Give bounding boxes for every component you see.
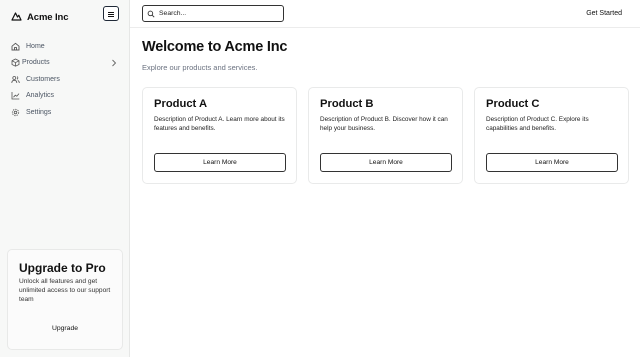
search-icon: [147, 5, 155, 23]
gear-icon: [11, 108, 20, 117]
card-title: Product C: [486, 98, 540, 110]
get-started-button[interactable]: Get Started: [586, 10, 622, 17]
page-title: Welcome to Acme Inc: [142, 39, 288, 55]
main-content: Welcome to Acme Inc Explore our products…: [130, 28, 640, 357]
top-bar: Get Started: [130, 0, 640, 28]
sidebar-item-label: Products: [22, 59, 50, 67]
sidebar-item-label: Home: [26, 42, 45, 50]
chevron-right-icon: [111, 59, 117, 67]
sidebar-item-label: Customers: [26, 75, 60, 83]
page-subtitle: Explore our products and services.: [142, 63, 258, 72]
sidebar-item-label: Settings: [26, 108, 52, 116]
upgrade-title: Upgrade to Pro: [19, 261, 106, 275]
sidebar-item-customers[interactable]: Customers: [11, 71, 121, 88]
line-chart-icon: [11, 91, 20, 100]
learn-more-button[interactable]: Learn More: [486, 153, 618, 172]
users-icon: [11, 75, 20, 84]
product-card-b: Product B Description of Product B. Disc…: [308, 87, 463, 184]
card-title: Product A: [154, 98, 208, 110]
app-name: Acme Inc: [27, 11, 69, 23]
card-description: Description of Product B. Discover how i…: [320, 116, 448, 132]
card-description: Description of Product A. Learn more abo…: [154, 116, 285, 132]
search-box[interactable]: [142, 5, 284, 22]
upgrade-card: Upgrade to Pro Unlock all features and g…: [7, 249, 123, 350]
card-description: Description of Product C. Explore its ca…: [486, 116, 589, 132]
sidebar-item-home[interactable]: Home: [11, 38, 121, 55]
sidebar-item-analytics[interactable]: Analytics: [11, 88, 121, 105]
home-icon: [11, 42, 20, 51]
brand[interactable]: Acme Inc: [11, 8, 69, 26]
product-card-a: Product A Description of Product A. Lear…: [142, 87, 297, 184]
package-icon: [11, 58, 20, 67]
sidebar-nav: Home Products Customers Analytics Settin…: [11, 38, 121, 121]
sidebar-item-settings[interactable]: Settings: [11, 104, 121, 121]
menu-toggle-icon: [107, 5, 115, 23]
sidebar-item-products[interactable]: Products: [11, 55, 121, 72]
search-input[interactable]: [159, 10, 279, 17]
upgrade-button[interactable]: Upgrade: [8, 325, 122, 332]
sidebar: Acme Inc Home Products Customers Analyti…: [0, 0, 130, 357]
sidebar-item-label: Analytics: [26, 92, 55, 100]
product-card-c: Product C Description of Product C. Expl…: [474, 87, 629, 184]
mountain-logo-icon: [11, 8, 22, 26]
learn-more-button[interactable]: Learn More: [154, 153, 286, 172]
card-title: Product B: [320, 98, 374, 110]
menu-toggle-button[interactable]: [103, 6, 119, 21]
upgrade-description: Unlock all features and get unlimited ac…: [19, 278, 111, 303]
learn-more-button[interactable]: Learn More: [320, 153, 452, 172]
